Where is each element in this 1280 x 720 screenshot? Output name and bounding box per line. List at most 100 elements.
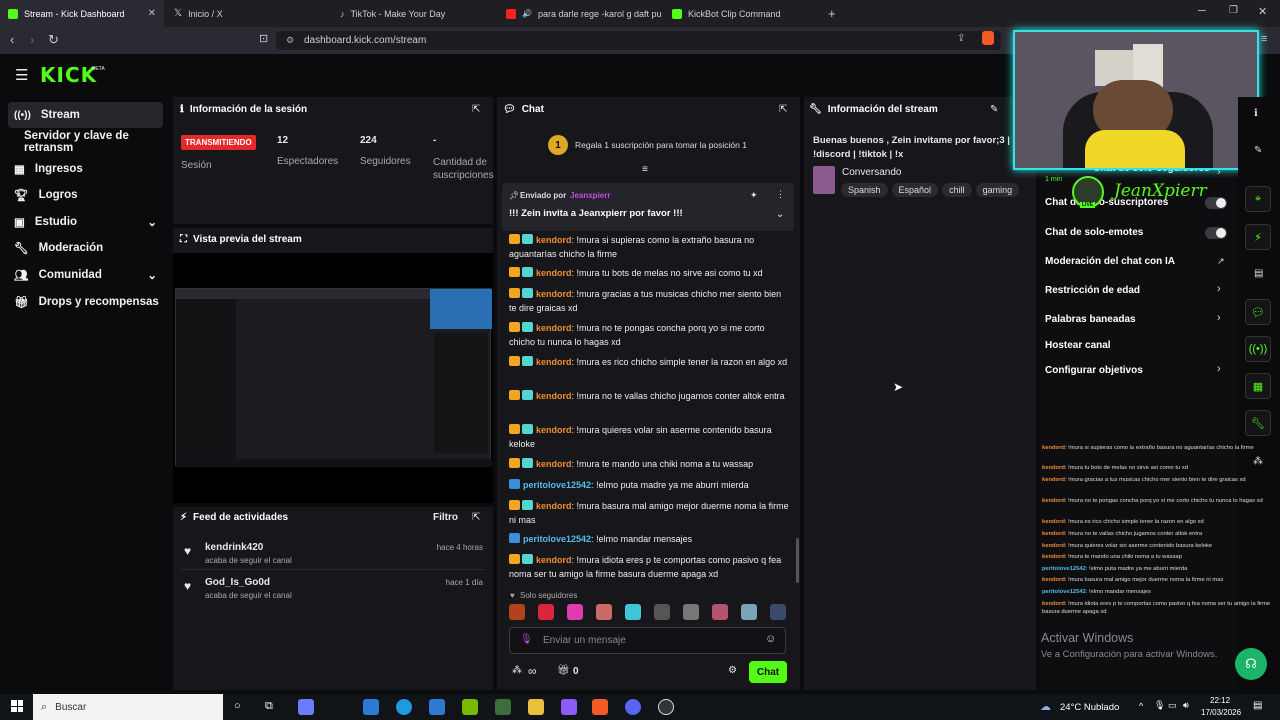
tab-tiktok[interactable]: ♪ TikTok - Make Your Day xyxy=(332,0,496,27)
clock-date[interactable]: 17/03/2026 xyxy=(1201,708,1241,717)
emote-icon[interactable] xyxy=(596,604,612,620)
task-view-icon[interactable]: ⧉ xyxy=(265,700,273,713)
tag[interactable]: Español xyxy=(891,183,939,197)
setting-emotes-only-label[interactable]: Chat de solo-emotes xyxy=(1045,227,1143,238)
tool-lightning-button[interactable]: ⚡︎ xyxy=(1245,224,1271,250)
url-input[interactable]: dashboard.kick.com/stream xyxy=(276,31,1001,50)
subs-only-toggle[interactable] xyxy=(1205,197,1227,209)
file-explorer-icon[interactable] xyxy=(528,699,544,715)
emoji-icon[interactable]: ☺ xyxy=(765,633,776,645)
chat-username[interactable]: kendord xyxy=(536,235,572,245)
unpin-icon[interactable]: ✦ xyxy=(750,190,758,201)
close-tab-icon[interactable]: ✕ xyxy=(148,8,156,19)
minecraft-icon[interactable] xyxy=(495,699,511,715)
edit-pencil-icon[interactable]: ✎ xyxy=(990,104,998,115)
popout-icon[interactable]: ⇱ xyxy=(779,104,787,115)
mic-icon[interactable]: 🎙︎ xyxy=(1154,700,1165,711)
tab-kickbot[interactable]: KickBot Clip Command xyxy=(664,0,824,27)
nvidia-icon[interactable] xyxy=(462,699,478,715)
emote-icon[interactable] xyxy=(770,604,786,620)
obs-icon[interactable] xyxy=(658,699,674,715)
clock-time[interactable]: 22:12 xyxy=(1210,696,1230,705)
more-options-icon[interactable]: ⋮ xyxy=(776,189,785,200)
collapse-icon[interactable]: ≡ xyxy=(642,164,648,175)
chat-scrollbar[interactable] xyxy=(796,538,799,583)
emote-icon[interactable] xyxy=(712,604,728,620)
emote-icon[interactable] xyxy=(741,604,757,620)
restore-icon[interactable]: ❐ xyxy=(1229,5,1238,16)
reload-icon[interactable]: ↻ xyxy=(48,32,59,48)
chevron-down-icon[interactable]: ⌄ xyxy=(776,209,784,220)
gift-leaderboard-text[interactable]: Regala 1 suscripción para tomar la posic… xyxy=(575,140,747,150)
popout-icon[interactable]: ⇱ xyxy=(472,104,480,115)
info-icon[interactable]: ℹ xyxy=(1254,108,1258,119)
filter-button[interactable]: Filtro xyxy=(433,512,458,523)
brave-shield-icon[interactable] xyxy=(982,31,994,45)
category-name[interactable]: Conversando xyxy=(842,167,901,178)
gift-box-icon[interactable]: 🎁︎ xyxy=(557,665,570,676)
setting-goals-label[interactable]: Configurar objetivos xyxy=(1045,365,1143,376)
sidebar-item-ingresos[interactable]: ▦ Ingresos xyxy=(8,156,163,182)
emotes-only-toggle[interactable] xyxy=(1205,227,1227,239)
chat-username[interactable]: kendord xyxy=(536,501,572,511)
tool-layout-button[interactable]: ▦ xyxy=(1245,373,1271,399)
settings-gear-icon[interactable]: ⚙ xyxy=(728,665,737,676)
sidebar-item-comunidad[interactable]: 👥︎ Comunidad ⌄ xyxy=(8,262,163,288)
tool-broadcast-button[interactable]: ((•)) xyxy=(1245,336,1271,362)
chat-username[interactable]: kendord xyxy=(536,289,572,299)
chat-username[interactable]: peritolove12542 xyxy=(523,480,591,490)
taskbar-search[interactable]: ⌕ Buscar xyxy=(33,694,223,720)
forward-icon[interactable]: › xyxy=(30,32,34,47)
volume-icon[interactable]: 🔊︎ xyxy=(1183,700,1189,711)
chevron-right-icon[interactable]: › xyxy=(1217,312,1221,324)
sidebar-item-moderacion[interactable]: 🔧︎ Moderación xyxy=(8,235,163,261)
tool-chat-button[interactable]: 💬︎ xyxy=(1245,299,1271,325)
tag[interactable]: gaming xyxy=(975,183,1020,197)
bookmark-icon[interactable]: ⊡ xyxy=(259,32,268,45)
stream-preview-area[interactable] xyxy=(173,253,493,503)
tag[interactable]: Spanish xyxy=(841,183,888,197)
send-chat-button[interactable]: Chat xyxy=(749,661,787,683)
chat-username[interactable]: kendord xyxy=(536,459,572,469)
sidebar-item-server-key[interactable]: Servidor y clave de retransm xyxy=(18,129,178,155)
notifications-icon[interactable]: ▤ xyxy=(1253,700,1262,711)
weather-text[interactable]: 24°C Nublado xyxy=(1060,702,1119,713)
points-icon[interactable]: ⁂ xyxy=(512,665,522,676)
tool-wrench-button[interactable]: 🔧︎ xyxy=(1245,410,1271,436)
tag[interactable]: chill xyxy=(942,183,972,197)
tool-clip-button[interactable]: ⌖ xyxy=(1245,186,1271,212)
emote-icon[interactable] xyxy=(654,604,670,620)
chat-username[interactable]: kendord xyxy=(536,357,572,367)
brave-icon[interactable] xyxy=(592,699,608,715)
emote-icon[interactable] xyxy=(683,604,699,620)
kick-logo[interactable]: KICK xyxy=(40,63,97,87)
tab-x[interactable]: 𝕏 Inicio / X xyxy=(166,0,330,27)
setting-age-restriction-label[interactable]: Restricción de edad xyxy=(1045,285,1140,296)
setting-banned-words-label[interactable]: Palabras baneadas xyxy=(1045,314,1136,325)
app-icon[interactable] xyxy=(561,699,577,715)
chevron-right-icon[interactable]: › xyxy=(1217,283,1221,295)
chevron-right-icon[interactable]: › xyxy=(1217,363,1221,375)
share-icon[interactable]: ⇪ xyxy=(957,33,965,44)
edit-icon[interactable]: ✎ xyxy=(1254,145,1262,156)
sidebar-item-estudio[interactable]: ▣ Estudio ⌄ xyxy=(8,209,163,235)
popout-icon[interactable]: ⇱ xyxy=(472,512,480,523)
site-info-icon[interactable]: ⚙ xyxy=(286,35,294,46)
sidebar-item-logros[interactable]: 🏆︎ Logros xyxy=(8,182,163,208)
document-icon[interactable]: ▤ xyxy=(1254,268,1263,279)
external-link-icon[interactable]: ↗ xyxy=(1217,256,1225,267)
sidebar-item-drops[interactable]: 🎁︎ Drops y recompensas xyxy=(8,289,163,315)
chat-username[interactable]: kendord xyxy=(536,555,572,565)
close-window-icon[interactable]: ✕ xyxy=(1258,5,1267,18)
emote-icon[interactable] xyxy=(509,604,525,620)
emote-icon[interactable] xyxy=(538,604,554,620)
chat-username[interactable]: kendord xyxy=(536,268,572,278)
chat-username[interactable]: kendord xyxy=(536,425,572,435)
tab-youtube[interactable]: 🔊 para darle rege -karol g daft punk xyxy=(498,0,662,27)
hamburger-menu-icon[interactable]: ☰ xyxy=(15,66,28,84)
emote-icon[interactable] xyxy=(625,604,641,620)
back-icon[interactable]: ‹ xyxy=(10,32,14,47)
chat-input[interactable]: 🎙︎ Enviar un mensaje ☺ xyxy=(509,627,786,654)
windows-start-icon[interactable] xyxy=(11,700,23,712)
edge-icon[interactable] xyxy=(396,699,412,715)
